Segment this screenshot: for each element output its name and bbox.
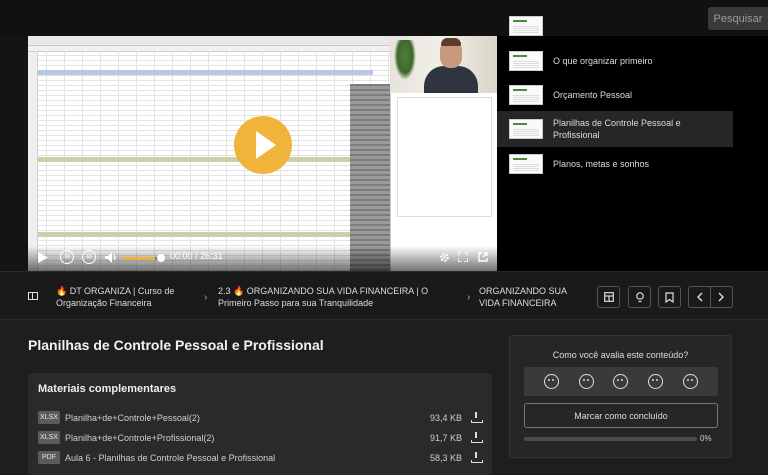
lesson-thumbnail (509, 16, 543, 36)
rating-question: Como você avalia este conteúdo? (552, 350, 689, 360)
settings-gear-icon[interactable] (438, 250, 450, 264)
rewind-10-icon[interactable]: 10 (60, 250, 74, 264)
lightbulb-icon[interactable] (628, 286, 651, 308)
neutral-face-icon[interactable] (613, 374, 629, 389)
play-small-icon[interactable] (37, 250, 49, 264)
file-size: 91,7 KB (429, 433, 462, 443)
playlist-item-label: Planilhas de Controle Pessoal e Profissi… (553, 118, 681, 140)
file-type-badge: XLSX (38, 411, 60, 424)
instructor-webcam (390, 36, 497, 93)
file-size: 93,4 KB (429, 413, 462, 423)
very-bad-face-icon[interactable] (543, 374, 559, 389)
course-progress-label: 0% (700, 434, 712, 443)
lesson-playlist: O que organizar primeiro Orçamento Pesso… (497, 16, 768, 271)
file-row[interactable]: XLSX Planilha+de+Controle+Pessoal(2) 93,… (38, 411, 484, 425)
file-name[interactable]: Aula 6 - Planilhas de Controle Pessoal e… (65, 453, 275, 463)
duration: 26:31 (200, 251, 223, 261)
very-good-face-icon[interactable] (683, 374, 699, 389)
playlist-item-label: Planos, metas e sonhos (553, 159, 650, 169)
chevron-right-icon: › (467, 292, 471, 303)
previous-lesson-button[interactable] (688, 286, 711, 308)
rewind-label: 10 (64, 254, 70, 260)
file-type-badge: PDF (38, 451, 60, 464)
playlist-item-active[interactable]: Planilhas de Controle Pessoal e Profissi… (497, 111, 733, 147)
playlist-item[interactable]: Orçamento Pessoal (497, 77, 733, 113)
download-icon[interactable] (471, 412, 483, 423)
video-player[interactable]: 10 10 00:00 / 26:31 (28, 36, 497, 271)
time-display: 00:00 / 26:31 (170, 251, 223, 261)
playlist-item[interactable]: O que organizar primeiro (497, 43, 733, 79)
volume-knob[interactable] (157, 254, 165, 262)
book-icon[interactable] (28, 292, 38, 300)
volume-icon[interactable] (104, 250, 118, 264)
lesson-thumbnail (509, 119, 543, 139)
player-controls (28, 246, 497, 271)
file-row[interactable]: XLSX Planilha+de+Controle+Profissional(2… (38, 431, 484, 445)
bookmark-icon[interactable] (658, 286, 681, 308)
file-name[interactable]: Planilha+de+Controle+Pessoal(2) (65, 413, 200, 423)
forward-label: 10 (86, 254, 92, 260)
file-row[interactable]: PDF Aula 6 - Planilhas de Controle Pesso… (38, 451, 484, 465)
spreadsheet-frame (28, 36, 390, 271)
good-face-icon[interactable] (648, 374, 664, 389)
play-icon[interactable] (234, 116, 292, 174)
download-icon[interactable] (471, 452, 483, 463)
mark-complete-button[interactable]: Marcar como concluído (524, 403, 718, 428)
download-icon[interactable] (471, 432, 483, 443)
page-title: Planilhas de Controle Pessoal e Profissi… (28, 337, 324, 353)
popout-icon[interactable] (477, 250, 489, 264)
breadcrumb-section[interactable]: ORGANIZANDO SUA VIDA FINANCEIRA (479, 285, 589, 309)
rating-faces (524, 367, 718, 396)
breadcrumb-module[interactable]: 2.3 🔥 ORGANIZANDO SUA VIDA FINANCEIRA | … (218, 285, 463, 309)
fullscreen-icon[interactable] (457, 250, 469, 264)
lesson-thumbnail (509, 51, 543, 71)
breadcrumb-course[interactable]: 🔥 DT ORGANIZA | Curso de Organização Fin… (56, 285, 186, 309)
playlist-item-label: Orçamento Pessoal (553, 90, 633, 100)
lesson-thumbnail (509, 85, 543, 105)
spreadsheet-side-panel (390, 93, 497, 271)
materials-heading: Materiais complementares (38, 383, 177, 395)
playlist-item[interactable]: Planos, metas e sonhos (497, 146, 733, 182)
course-progress-bar (524, 437, 697, 441)
current-time: 00:00 (170, 251, 193, 261)
forward-10-icon[interactable]: 10 (82, 250, 96, 264)
file-size: 58,3 KB (429, 453, 462, 463)
lesson-thumbnail (509, 154, 543, 174)
playlist-item[interactable] (497, 16, 733, 36)
layout-icon[interactable] (597, 286, 620, 308)
volume-slider[interactable] (123, 257, 161, 260)
file-name[interactable]: Planilha+de+Controle+Profissional(2) (65, 433, 214, 443)
bad-face-icon[interactable] (578, 374, 594, 389)
chevron-right-icon: › (204, 292, 208, 303)
time-separator: / (195, 251, 198, 261)
playlist-item-label: O que organizar primeiro (553, 56, 653, 66)
file-type-badge: XLSX (38, 431, 60, 444)
breadcrumb: 🔥 DT ORGANIZA | Curso de Organização Fin… (0, 271, 768, 320)
next-lesson-button[interactable] (710, 286, 733, 308)
